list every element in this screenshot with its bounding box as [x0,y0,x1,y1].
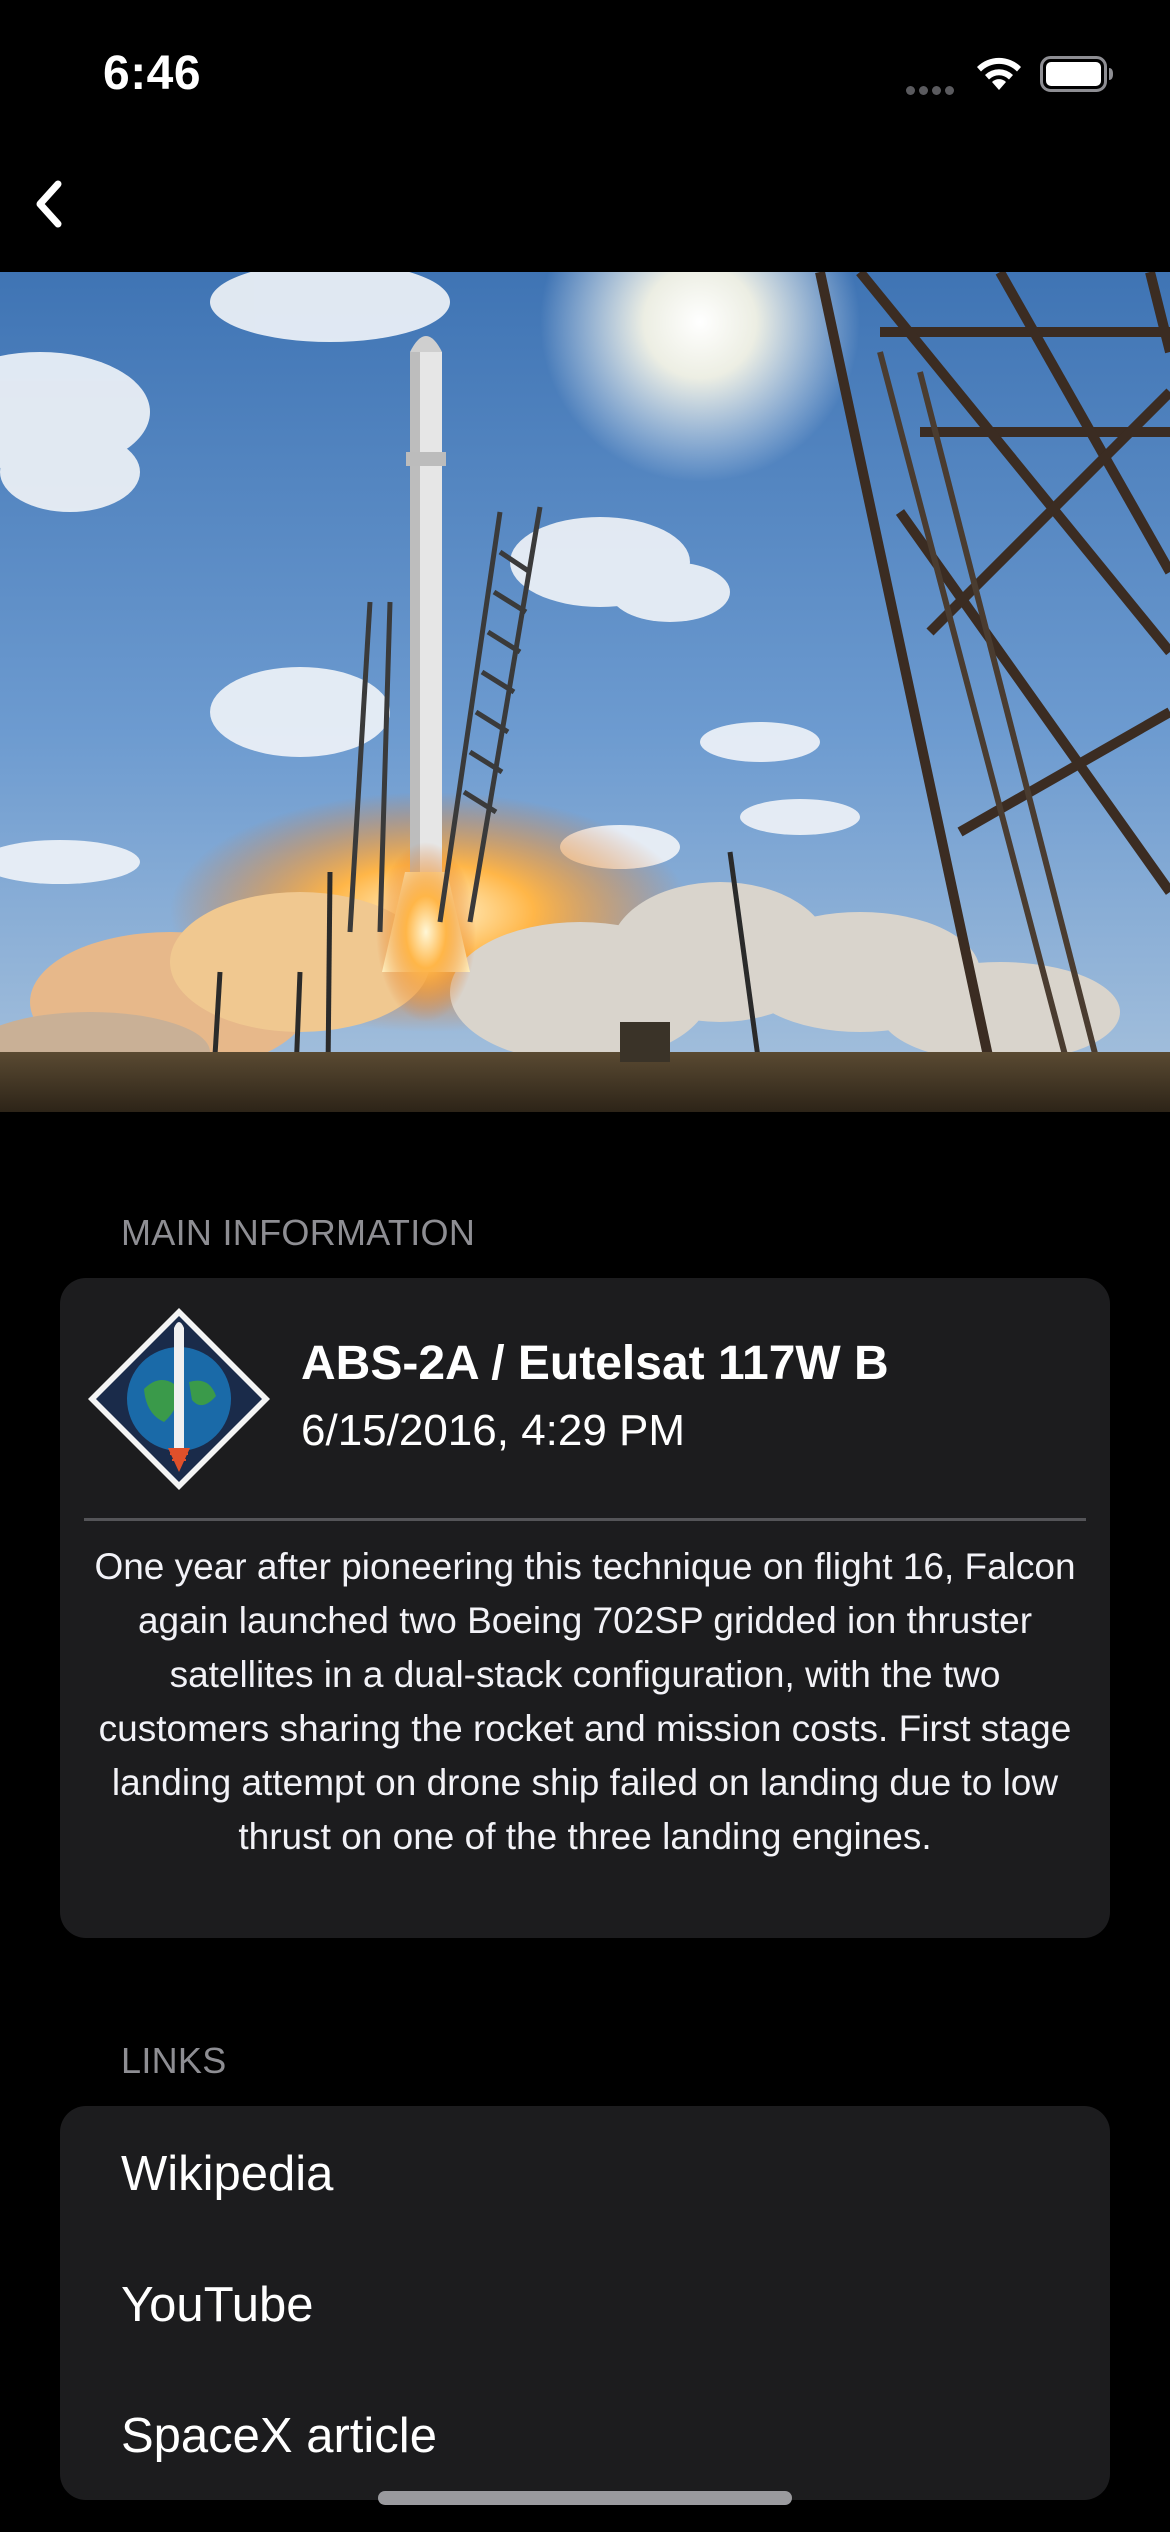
status-bar: 6:46 [0,0,1170,150]
link-youtube[interactable]: YouTube [121,2277,314,2333]
link-wikipedia[interactable]: Wikipedia [121,2146,333,2202]
mission-patch-icon [88,1308,270,1490]
battery-icon [1040,56,1113,92]
divider [84,1518,1086,1521]
links-header: LINKS [121,2040,227,2081]
main-information-card: ABS-2A / Eutelsat 117W B 6/15/2016, 4:29… [60,1278,1110,1938]
wifi-icon [977,57,1021,90]
home-indicator[interactable] [378,2491,792,2505]
status-time: 6:46 [103,47,202,100]
launch-photo [0,272,1170,1112]
mission-name: ABS-2A / Eutelsat 117W B [301,1337,889,1390]
chevron-left-icon [36,180,62,228]
main-information-header: MAIN INFORMATION [121,1212,476,1253]
cellular-signal-icon [906,82,958,100]
links-card: Wikipedia YouTube SpaceX article [60,2106,1110,2500]
launch-date: 6/15/2016, 4:29 PM [301,1406,686,1455]
back-button[interactable] [14,168,86,240]
mission-description: One year after pioneering this technique… [94,1546,1076,1857]
link-spacex-article[interactable]: SpaceX article [121,2408,437,2464]
